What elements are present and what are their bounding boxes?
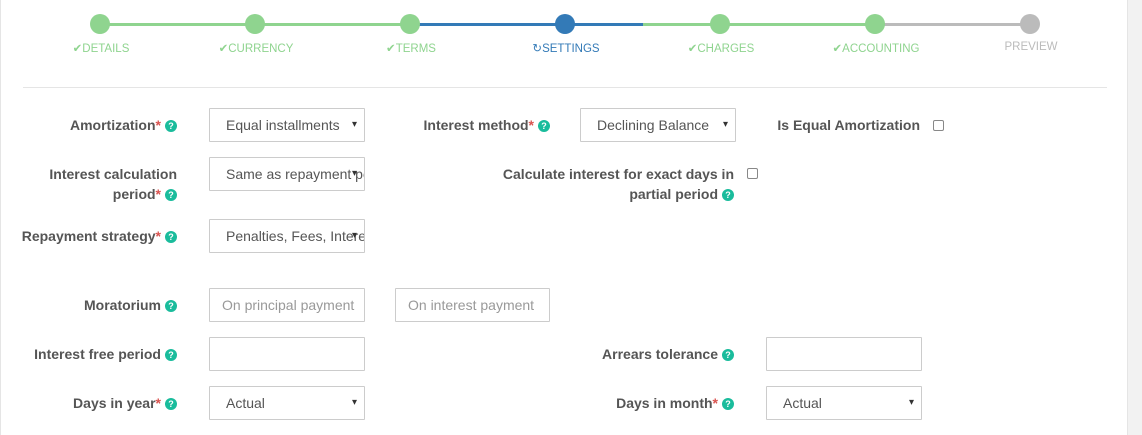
help-icon[interactable]: ?: [165, 349, 177, 361]
arrears-tolerance-label: Arrears tolerance?: [602, 344, 734, 364]
help-icon[interactable]: ?: [165, 189, 177, 201]
repayment-strategy-select[interactable]: Penalties, Fees, Interest, Principal ord…: [209, 219, 365, 253]
help-icon[interactable]: ?: [722, 398, 734, 410]
days-in-month-select[interactable]: Actual ▾: [766, 386, 922, 420]
exact-days-checkbox[interactable]: [747, 168, 758, 179]
step-dot-details[interactable]: [90, 14, 110, 34]
moratorium-principal-input[interactable]: On principal payment: [209, 288, 365, 322]
step-connector: [643, 23, 720, 26]
step-connector: [875, 23, 953, 26]
step-dot-terms[interactable]: [400, 14, 420, 34]
amortization-label: Amortization*?: [70, 115, 177, 135]
help-icon[interactable]: ?: [165, 120, 177, 132]
check-icon: ✔: [386, 43, 396, 55]
step-dot-settings[interactable]: [555, 14, 575, 34]
step-charges[interactable]: ✔CHARGES: [651, 41, 791, 55]
step-connector: [255, 23, 410, 26]
interest-method-label: Interest method*?: [424, 115, 550, 135]
exact-days-label: Calculate interest for exact days in part…: [502, 166, 734, 202]
step-connector: [720, 23, 875, 26]
step-connector: [410, 23, 488, 26]
interest-free-period-input[interactable]: [209, 337, 365, 371]
help-icon[interactable]: ?: [165, 398, 177, 410]
days-in-month-label: Days in month*?: [616, 393, 734, 413]
caret-down-icon: ▾: [351, 230, 357, 241]
interest-method-select[interactable]: Declining Balance ▾: [580, 108, 736, 142]
equal-amortization-label: Is Equal Amortization: [777, 117, 920, 133]
wizard-stepper: ✔DETAILS ✔CURRENCY ✔TERMS ↻SETTINGS ✔CHA…: [1, 0, 1127, 70]
days-in-year-select[interactable]: Actual ▾: [209, 386, 365, 420]
equal-amortization-checkbox[interactable]: [933, 120, 944, 131]
help-icon[interactable]: ?: [722, 189, 734, 201]
check-icon: ✔: [218, 43, 229, 55]
step-accounting[interactable]: ✔ACCOUNTING: [806, 41, 946, 55]
step-currency[interactable]: ✔CURRENCY: [186, 41, 326, 55]
loan-product-wizard-panel: ✔DETAILS ✔CURRENCY ✔TERMS ↻SETTINGS ✔CHA…: [0, 0, 1128, 435]
caret-down-icon: ▾: [722, 119, 728, 130]
required-marker: *: [155, 117, 161, 133]
check-icon: ✔: [687, 43, 698, 55]
step-preview[interactable]: PREVIEW: [961, 41, 1101, 53]
step-terms[interactable]: ✔TERMS: [341, 41, 481, 55]
repayment-strategy-label: Repayment strategy*?: [22, 226, 177, 246]
step-connector: [953, 23, 1030, 26]
arrears-tolerance-input[interactable]: [766, 337, 922, 371]
days-in-year-label: Days in year*?: [73, 393, 177, 413]
required-marker: *: [155, 186, 161, 202]
step-dot-preview[interactable]: [1020, 14, 1040, 34]
caret-down-icon: ▾: [908, 397, 914, 408]
step-dot-accounting[interactable]: [865, 14, 885, 34]
required-marker: *: [155, 395, 161, 411]
caret-down-icon: ▾: [351, 119, 357, 130]
refresh-icon: ↻: [532, 43, 543, 55]
check-icon: ✔: [72, 43, 83, 55]
check-icon: ✔: [832, 43, 843, 55]
required-marker: *: [712, 395, 718, 411]
required-marker: *: [155, 228, 161, 244]
caret-down-icon: ▾: [351, 168, 357, 179]
amortization-select[interactable]: Equal installments ▾: [209, 108, 365, 142]
help-icon[interactable]: ?: [538, 120, 550, 132]
step-dot-currency[interactable]: [245, 14, 265, 34]
step-settings[interactable]: ↻SETTINGS: [496, 41, 636, 55]
step-connector: [100, 23, 255, 26]
stepper-divider: [23, 87, 1107, 88]
step-details[interactable]: ✔DETAILS: [31, 41, 171, 55]
help-icon[interactable]: ?: [165, 300, 177, 312]
step-dot-charges[interactable]: [710, 14, 730, 34]
caret-down-icon: ▾: [351, 397, 357, 408]
required-marker: *: [528, 117, 534, 133]
interest-free-period-label: Interest free period?: [34, 344, 177, 364]
interest-calc-period-select[interactable]: Same as repayment period▾: [209, 157, 365, 191]
interest-calc-period-label: Interest calculation period*?: [49, 166, 177, 202]
help-icon[interactable]: ?: [165, 231, 177, 243]
help-icon[interactable]: ?: [722, 349, 734, 361]
moratorium-interest-input[interactable]: On interest payment: [395, 288, 550, 322]
moratorium-label: Moratorium?: [84, 295, 177, 315]
